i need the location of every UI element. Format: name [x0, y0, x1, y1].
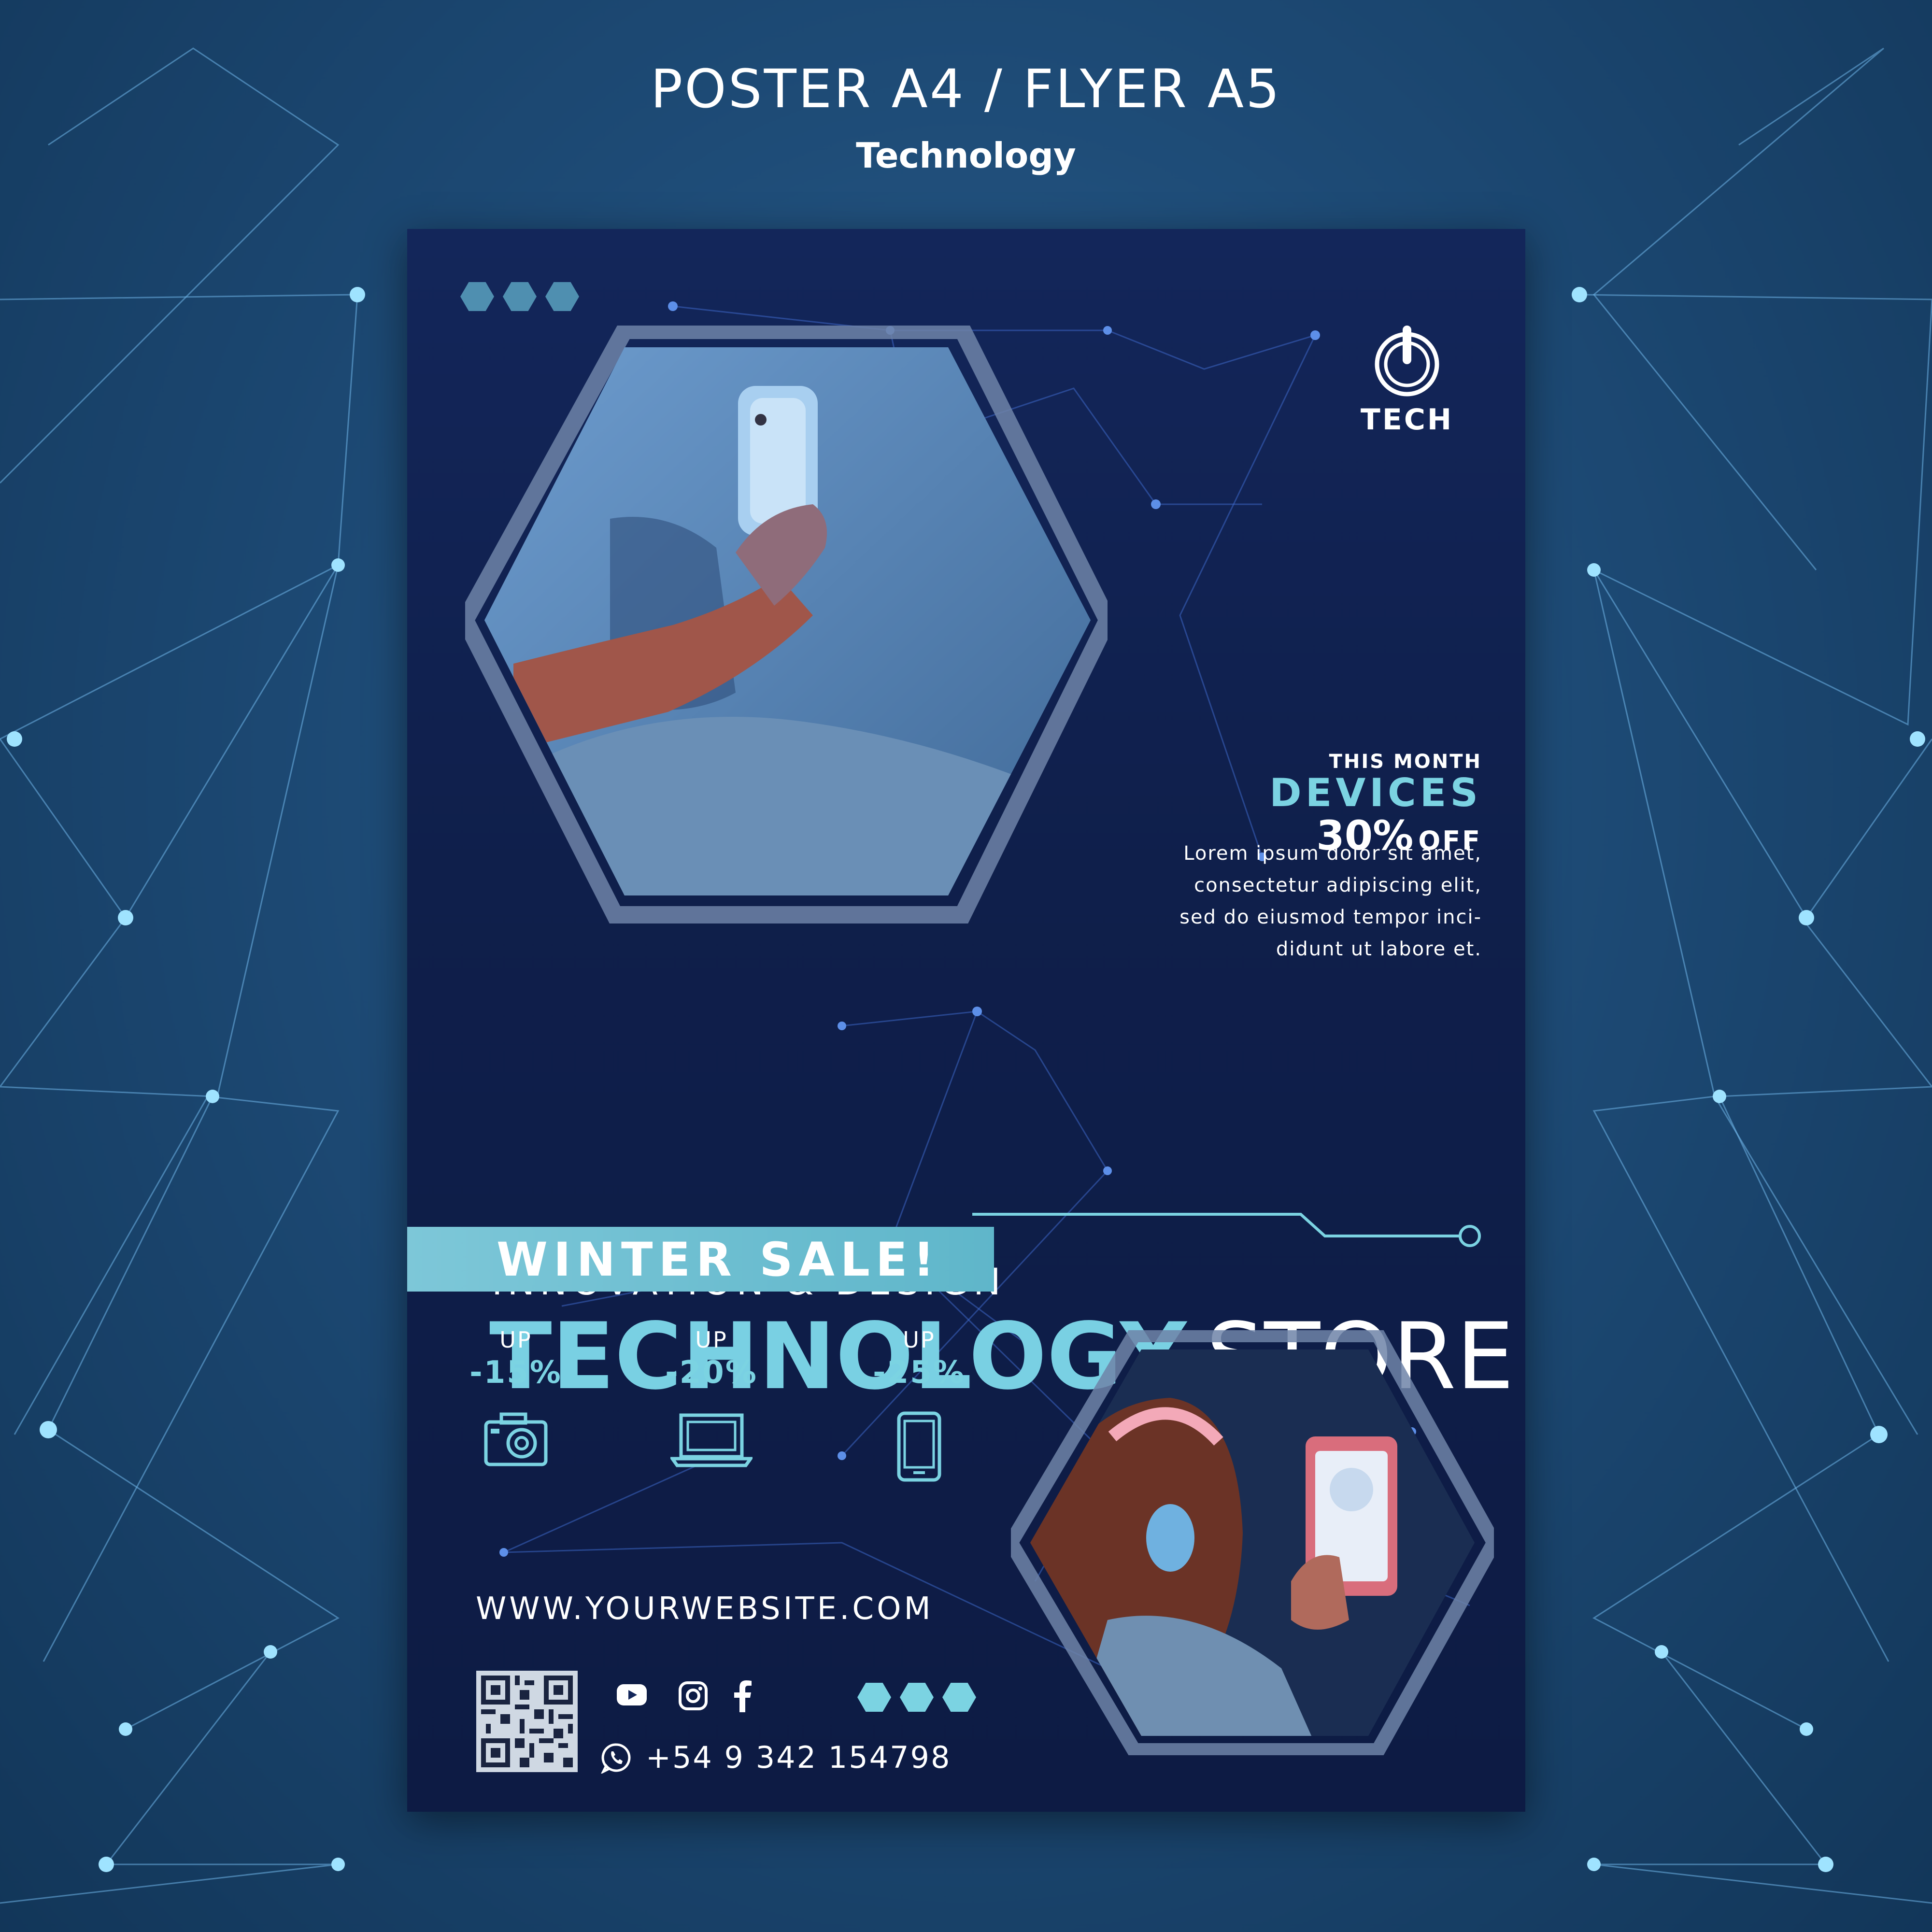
instagram-icon [679, 1681, 708, 1710]
discount-camera: UP -15% [458, 1325, 574, 1470]
smartphone-icon [897, 1411, 941, 1482]
youtube-icon [617, 1684, 647, 1705]
winter-sale-label: WINTER SALE! [497, 1233, 940, 1287]
discount-up: UP [499, 1327, 532, 1353]
discount-smartphone: UP -25% [861, 1325, 977, 1485]
website-url[interactable]: WWW.YOURWEBSITE.COM [476, 1591, 934, 1627]
winter-sale-banner: WINTER SALE! [407, 1227, 994, 1292]
youtube-link[interactable] [615, 1680, 649, 1711]
header-title: POSTER A4 / FLYER A5 [650, 58, 1282, 120]
header-subtitle: Technology [856, 135, 1076, 176]
phone-number: +54 9 342 154798 [646, 1740, 952, 1775]
hex-dot [857, 1683, 891, 1712]
instagram-link[interactable] [678, 1680, 709, 1713]
qr-code[interactable] [476, 1671, 578, 1772]
discount-value: -15% [469, 1355, 562, 1391]
poster: TECH THIS MONTH DEVICES 30% OFF Lorem ips… [407, 229, 1525, 1812]
discount-up: UP [695, 1327, 728, 1353]
hex-dots-bottom [857, 1683, 976, 1712]
whatsapp-icon [601, 1743, 631, 1774]
discount-value: -20% [665, 1355, 758, 1391]
laptop-icon [669, 1413, 754, 1467]
hex-dot [942, 1683, 976, 1712]
facebook-icon [734, 1680, 752, 1712]
discount-value: -25% [873, 1355, 966, 1391]
facebook-link[interactable] [732, 1680, 753, 1715]
discount-laptop: UP -20% [653, 1325, 769, 1470]
girl-with-headphones-and-tablet-photo [1011, 1330, 1494, 1755]
hex-dot [900, 1683, 934, 1712]
circuit-line [972, 1213, 1481, 1247]
phone-contact[interactable]: +54 9 342 154798 [600, 1740, 951, 1775]
camera-icon [484, 1412, 548, 1466]
discount-up: UP [903, 1327, 936, 1353]
